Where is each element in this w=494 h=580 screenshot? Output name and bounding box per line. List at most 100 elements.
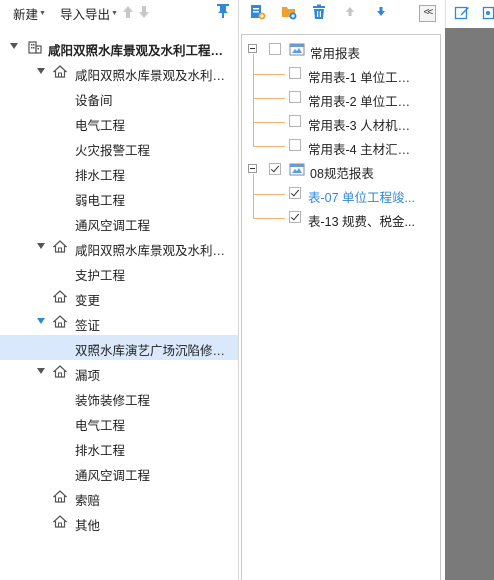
tree-node[interactable]: 变更 [0, 285, 238, 310]
report-checkbox[interactable] [289, 139, 301, 151]
report-folder-icon [289, 162, 305, 180]
left-toolbar: 新建 ▼ 导入导出 ▼ [0, 0, 238, 26]
expand-arrow-icon[interactable] [10, 43, 18, 49]
home-icon [52, 365, 68, 381]
tree-leaf-item[interactable]: 电气工程 [0, 110, 238, 135]
collapse-panel-button[interactable]: << [419, 5, 436, 22]
tree-item-label: 火灾报警工程 [75, 144, 151, 158]
group-checkbox[interactable] [269, 163, 281, 175]
tree-connector [253, 174, 254, 218]
move-up-icon[interactable] [122, 5, 134, 22]
report-toolbar: << [239, 0, 445, 26]
tree-leaf-item[interactable]: 支护工程 [0, 260, 238, 285]
tree-node[interactable]: 咸阳双照水库景观及水利工程南... [0, 35, 238, 60]
delete-icon[interactable] [311, 4, 327, 23]
home-icon [52, 240, 68, 256]
tree-connector [253, 218, 285, 219]
export-icon[interactable] [482, 5, 494, 24]
tree-leaf-item[interactable]: 装饰装修工程 [0, 385, 238, 410]
report-item-label: 常用表-1 单位工程... [308, 71, 420, 85]
expand-arrow-icon[interactable] [37, 368, 45, 374]
project-tree: 咸阳双照水库景观及水利工程南... 咸阳双照水库景观及水利工... 设备间 电气工程火… [0, 35, 238, 535]
move-up-icon[interactable] [344, 4, 356, 21]
tree-connector [253, 194, 285, 195]
tree-node[interactable]: 咸阳双照水库景观及水利工... [0, 60, 238, 85]
tree-item-label: 咸阳双照水库景观及水利工程南... [48, 44, 232, 58]
home-icon [52, 290, 68, 306]
import-export-menu-button[interactable]: 导入导出 ▼ [60, 4, 118, 23]
tree-leaf-item[interactable]: 设备间 [0, 85, 238, 110]
new-menu-label: 新建 [13, 7, 39, 22]
report-checkbox[interactable] [289, 115, 301, 127]
add-folder-icon[interactable] [281, 4, 297, 23]
tree-leaf-item[interactable]: 双照水库演艺广场沉陷修复... [0, 335, 238, 360]
home-icon [52, 515, 68, 531]
report-item-label: 表-07 单位工程竣... [308, 191, 415, 205]
report-group-label: 08规范报表 [310, 167, 374, 181]
tree-item-label: 咸阳双照水库景观及水利工... [75, 69, 232, 83]
tree-leaf-item[interactable]: 排水工程 [0, 435, 238, 460]
move-down-icon[interactable] [138, 5, 150, 22]
report-group[interactable]: 常用报表 [242, 40, 440, 61]
collapse-toggle-icon[interactable] [248, 164, 257, 173]
tree-item-label: 排水工程 [75, 169, 126, 183]
group-checkbox[interactable] [269, 43, 281, 55]
tree-item-label: 咸阳双照水库景观及水利工... [75, 244, 232, 258]
tree-item-label: 索赔 [75, 494, 101, 508]
expand-arrow-icon[interactable] [37, 318, 45, 324]
report-checkbox[interactable] [289, 91, 301, 103]
add-report-icon[interactable] [250, 4, 266, 23]
report-group[interactable]: 08规范报表 [242, 160, 440, 181]
pin-icon[interactable] [216, 3, 230, 22]
tree-leaf-item[interactable]: 通风空调工程 [0, 210, 238, 235]
preview-area [445, 28, 494, 580]
tree-node[interactable]: 签证 [0, 310, 238, 335]
home-icon [52, 315, 68, 331]
tree-connector [253, 146, 285, 147]
report-item-label: 常用表-3 人材机价... [308, 119, 420, 133]
tree-item-label: 签证 [75, 319, 101, 333]
edit-icon[interactable] [454, 5, 470, 24]
tree-leaf-item[interactable]: 火灾报警工程 [0, 135, 238, 160]
tree-item-label: 装饰装修工程 [75, 394, 151, 408]
preview-toolbar [445, 0, 494, 28]
new-menu-button[interactable]: 新建 ▼ [13, 4, 46, 23]
tree-node[interactable]: 其他 [0, 510, 238, 535]
tree-leaf-item[interactable]: 通风空调工程 [0, 460, 238, 485]
project-tree-panel: 新建 ▼ 导入导出 ▼ 咸阳双照水库景观及水利工程南... 咸阳双照水库景观及水利… [0, 0, 239, 580]
tree-item-label: 排水工程 [75, 444, 126, 458]
tree-node[interactable]: 漏项 [0, 360, 238, 385]
report-group-label: 常用报表 [310, 47, 361, 61]
building-icon [27, 39, 43, 57]
tree-leaf-item[interactable]: 排水工程 [0, 160, 238, 185]
tree-leaf-item[interactable]: 电气工程 [0, 410, 238, 435]
tree-node[interactable]: 咸阳双照水库景观及水利工... [0, 235, 238, 260]
tree-connector [253, 98, 285, 99]
tree-item-label: 通风空调工程 [75, 469, 151, 483]
report-item-label: 常用表-4 主材汇总表 [308, 143, 420, 157]
expand-arrow-icon[interactable] [37, 243, 45, 249]
home-icon [52, 490, 68, 506]
tree-item-label: 双照水库演艺广场沉陷修复... [75, 344, 232, 358]
collapse-toggle-icon[interactable] [248, 44, 257, 53]
tree-item-label: 电气工程 [75, 419, 126, 433]
home-icon [52, 65, 68, 81]
report-panel: << 常用报表常用表-1 单位工程... 常用表-2 单位工程... 常用表-3 人… [239, 0, 445, 580]
move-down-icon[interactable] [375, 4, 387, 21]
caret-down-icon: ▼ [110, 9, 118, 17]
tree-item-label: 电气工程 [75, 119, 126, 133]
tree-connector [253, 74, 285, 75]
tree-item-label: 设备间 [75, 94, 113, 108]
import-export-label: 导入导出 [59, 7, 110, 22]
report-item-label: 常用表-2 单位工程... [308, 95, 420, 109]
tree-node[interactable]: 索赔 [0, 485, 238, 510]
report-checkbox[interactable] [289, 187, 301, 199]
report-checkbox[interactable] [289, 211, 301, 223]
expand-arrow-icon[interactable] [37, 68, 45, 74]
tree-item-label: 通风空调工程 [75, 219, 151, 233]
report-checkbox[interactable] [289, 67, 301, 79]
caret-down-icon: ▼ [39, 9, 46, 17]
report-tree: 常用报表常用表-1 单位工程... 常用表-2 单位工程... 常用表-3 人材机价… [241, 34, 441, 580]
report-item-label: 表-13 规费、税金... [308, 215, 415, 229]
tree-leaf-item[interactable]: 弱电工程 [0, 185, 238, 210]
